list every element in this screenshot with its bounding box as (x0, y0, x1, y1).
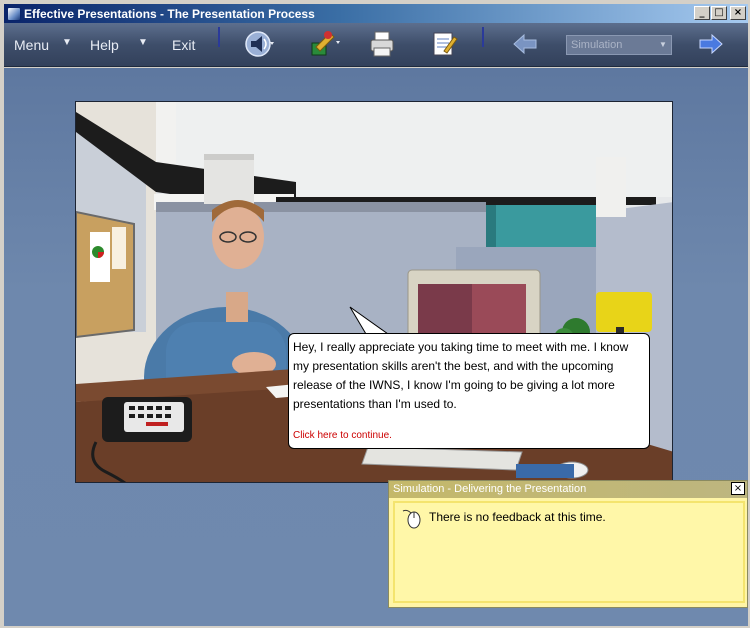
notes-icon[interactable] (428, 29, 462, 59)
mode-select[interactable]: Simulation ▼ (566, 35, 672, 55)
speech-text: Hey, I really appreciate you taking time… (293, 340, 629, 411)
app-icon (7, 6, 21, 21)
feedback-title: Simulation - Delivering the Presentation (393, 483, 587, 495)
chevron-down-icon[interactable]: ▼ (657, 38, 669, 52)
feedback-body: There is no feedback at this time. (393, 501, 745, 603)
audio-icon[interactable] (242, 29, 276, 59)
continue-link[interactable]: Click here to continue. (293, 430, 392, 441)
tools-icon[interactable] (308, 29, 342, 59)
feedback-panel: Simulation - Delivering the Presentation… (388, 480, 748, 608)
mode-select-value: Simulation (571, 39, 623, 51)
toolbar: Menu ▼ Help ▼ Exit Simulation ▼ (4, 23, 748, 67)
feedback-message: There is no feedback at this time. (429, 510, 606, 524)
window-title: Effective Presentations - The Presentati… (24, 6, 315, 21)
menu-button[interactable]: Menu (14, 37, 49, 53)
app-window: Effective Presentations - The Presentati… (0, 0, 750, 628)
close-button[interactable]: × (730, 6, 746, 20)
maximize-button[interactable]: □ (711, 6, 727, 20)
speech-bubble: Hey, I really appreciate you taking time… (288, 333, 650, 449)
toolbar-separator-2 (482, 27, 484, 47)
exit-button[interactable]: Exit (172, 37, 195, 53)
mouse-icon (401, 507, 423, 529)
title-bar[interactable]: Effective Presentations - The Presentati… (4, 4, 748, 23)
forward-arrow-icon[interactable] (696, 29, 726, 59)
help-button[interactable]: Help (90, 37, 119, 53)
minimize-button[interactable]: _ (694, 6, 710, 20)
feedback-close-button[interactable]: × (731, 482, 745, 495)
menu-dropdown-arrow[interactable]: ▼ (62, 37, 72, 48)
feedback-title-bar[interactable]: Simulation - Delivering the Presentation… (389, 481, 747, 498)
back-arrow-icon[interactable] (510, 29, 540, 59)
print-icon[interactable] (366, 29, 400, 59)
toolbar-separator (218, 27, 220, 47)
simulation-scene: Hey, I really appreciate you taking time… (75, 101, 673, 483)
help-dropdown-arrow[interactable]: ▼ (138, 37, 148, 48)
window-controls: _ □ × (694, 6, 746, 20)
